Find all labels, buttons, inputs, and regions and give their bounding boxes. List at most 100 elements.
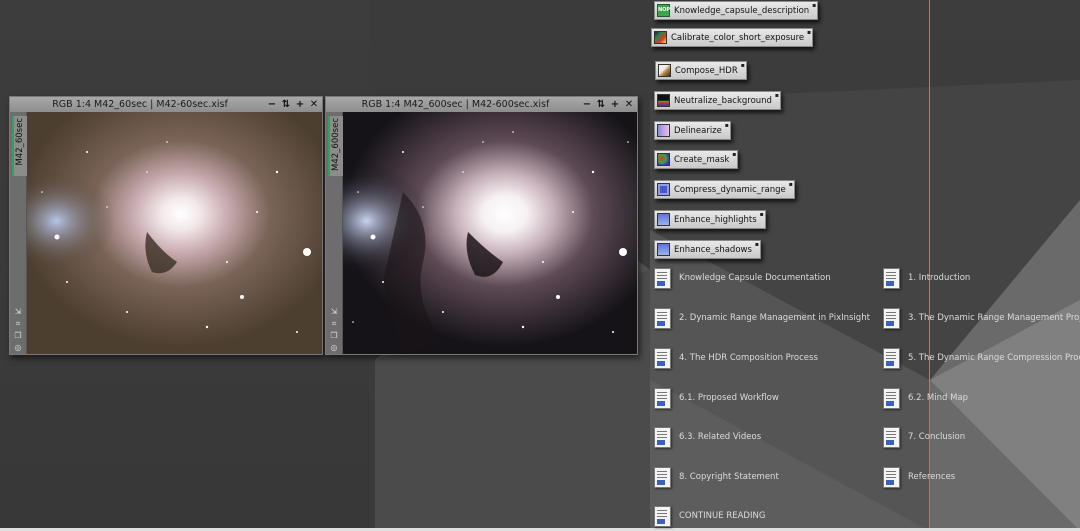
document-label: 6.3. Related Videos: [679, 432, 762, 442]
document-label: Knowledge Capsule Documentation: [679, 273, 831, 283]
nop-icon: NOP: [657, 4, 670, 17]
instance-mark-icon: ▪: [774, 92, 779, 99]
workspace-guide-line: [929, 0, 930, 531]
window-title: RGB 1:4 M42_600sec | M42-600sec.xisf: [361, 99, 550, 110]
document-label: 7. Conclusion: [908, 432, 966, 442]
process-icon-label: Enhance_shadows: [674, 244, 752, 255]
process-icon-knowledge-capsule-description[interactable]: NOP Knowledge_capsule_description ▪: [654, 1, 819, 20]
maximize-icon[interactable]: +: [610, 97, 620, 112]
document-icon: [654, 267, 671, 289]
color-calibration-icon: [654, 31, 667, 44]
document-icon: [654, 387, 671, 409]
flag-icon[interactable]: ⇲: [329, 307, 339, 316]
document-label: 6.1. Proposed Workflow: [679, 393, 779, 403]
nebula-image-long-exposure: [343, 112, 637, 354]
background-neutralization-icon: [657, 94, 670, 107]
document-icon-hdr-composition-process[interactable]: 4. The HDR Composition Process: [654, 347, 818, 369]
process-icon-label: Neutralize_background: [674, 95, 772, 106]
instance-mark-icon: ▪: [788, 181, 793, 188]
document-icon-continue-reading[interactable]: CONTINUE READING: [654, 505, 765, 527]
document-icon-dynamic-range-compression[interactable]: 5. The Dynamic Range Compression Process: [883, 347, 1080, 369]
process-icon-label: Calibrate_color_short_exposure: [671, 32, 805, 43]
document-icon: [654, 466, 671, 488]
image-window-m42-600sec[interactable]: RGB 1:4 M42_600sec | M42-600sec.xisf − ⇅…: [325, 96, 638, 355]
copy-icon[interactable]: ❐: [13, 331, 23, 340]
document-icon: [883, 347, 900, 369]
document-label: References: [908, 472, 956, 482]
instance-mark-icon: ▪: [740, 62, 745, 69]
window-title-bar[interactable]: RGB 1:4 M42_60sec | M42-60sec.xisf − ⇅ +…: [10, 97, 322, 112]
instance-mark-icon: ▪: [724, 122, 729, 129]
close-icon[interactable]: ✕: [624, 97, 634, 112]
instance-mark-icon: ▪: [812, 2, 817, 9]
process-icon-delinearize[interactable]: Delinearize ▪: [654, 121, 731, 140]
process-icon-label: Create_mask: [674, 154, 730, 165]
view-side-tab: M42_600sec ⇲ ⌗ ❐ ◎: [326, 112, 343, 354]
view-side-icons: ⇲ ⌗ ❐ ◎: [329, 307, 339, 352]
process-icon-enhance-shadows[interactable]: Enhance_shadows ▪: [654, 240, 761, 259]
nebula-image-short-exposure: [27, 112, 322, 354]
document-label: CONTINUE READING: [679, 511, 766, 521]
view-side-tab: M42_60sec ⇲ ⌗ ❐ ◎: [10, 112, 27, 354]
document-label: 4. The HDR Composition Process: [679, 353, 818, 363]
document-icon-knowledge-capsule-documentation[interactable]: Knowledge Capsule Documentation: [654, 267, 831, 289]
document-icon-conclusion[interactable]: 7. Conclusion: [883, 426, 965, 448]
close-icon[interactable]: ✕: [309, 97, 319, 112]
histogram-transformation-icon: [657, 124, 670, 137]
document-icon-proposed-workflow[interactable]: 6.1. Proposed Workflow: [654, 387, 779, 409]
instance-mark-icon: ▪: [754, 241, 759, 248]
crop-icon[interactable]: ⌗: [13, 319, 23, 328]
hdr-multiscale-transform-icon: [657, 183, 670, 196]
pixel-math-icon: [657, 153, 670, 166]
shade-icon[interactable]: ⇅: [281, 97, 291, 112]
instance-mark-icon: ▪: [807, 29, 812, 36]
document-icon-copyright-statement[interactable]: 8. Copyright Statement: [654, 466, 779, 488]
document-icon-related-videos[interactable]: 6.3. Related Videos: [654, 426, 761, 448]
document-icon: [883, 267, 900, 289]
process-icon-label: Compress_dynamic_range: [674, 184, 786, 195]
document-icon-dynamic-range-management[interactable]: 2. Dynamic Range Management in PixInsigh…: [654, 307, 870, 329]
document-icon: [883, 466, 900, 488]
minimize-icon[interactable]: −: [582, 97, 592, 112]
process-icon-compose-hdr[interactable]: Compose_HDR ▪: [655, 61, 747, 80]
view-side-icons: ⇲ ⌗ ❐ ◎: [13, 307, 23, 352]
view-identifier-tab[interactable]: M42_600sec: [328, 116, 343, 176]
settings-icon[interactable]: ◎: [13, 343, 23, 352]
flag-icon[interactable]: ⇲: [13, 307, 23, 316]
instance-mark-icon: ▪: [759, 211, 764, 218]
document-icon: [654, 505, 671, 527]
process-icon-enhance-highlights[interactable]: Enhance_highlights ▪: [654, 210, 766, 229]
minimize-icon[interactable]: −: [267, 97, 277, 112]
window-title-bar[interactable]: RGB 1:4 M42_600sec | M42-600sec.xisf − ⇅…: [326, 97, 637, 112]
document-icon-references[interactable]: References: [883, 466, 955, 488]
window-title: RGB 1:4 M42_60sec | M42-60sec.xisf: [52, 99, 228, 110]
copy-icon[interactable]: ❐: [329, 331, 339, 340]
document-label: 1. Introduction: [908, 273, 971, 283]
maximize-icon[interactable]: +: [295, 97, 305, 112]
document-label: 2. Dynamic Range Management in PixInsigh…: [679, 313, 870, 323]
curves-transformation-icon: [657, 213, 670, 226]
crop-icon[interactable]: ⌗: [329, 319, 339, 328]
view-identifier-tab[interactable]: M42_60sec: [12, 116, 27, 176]
process-icon-label: Delinearize: [674, 125, 722, 136]
instance-mark-icon: ▪: [732, 151, 737, 158]
document-label: 5. The Dynamic Range Compression Process: [908, 353, 1080, 363]
image-window-m42-60sec[interactable]: RGB 1:4 M42_60sec | M42-60sec.xisf − ⇅ +…: [9, 96, 323, 355]
document-label: 8. Copyright Statement: [679, 472, 779, 482]
curves-transformation-icon: [657, 243, 670, 256]
image-canvas-m42-600sec[interactable]: [343, 112, 637, 354]
image-canvas-m42-60sec[interactable]: [27, 112, 322, 354]
process-icon-calibrate-color-short-exposure[interactable]: Calibrate_color_short_exposure ▪: [651, 28, 814, 47]
document-icon-dynamic-range-project[interactable]: 3. The Dynamic Range Management Project: [883, 307, 1080, 329]
process-icon-create-mask[interactable]: Create_mask ▪: [654, 150, 739, 169]
process-icon-compress-dynamic-range[interactable]: Compress_dynamic_range ▪: [654, 180, 795, 199]
document-icon-mind-map[interactable]: 6.2. Mind Map: [883, 387, 968, 409]
document-icon: [654, 426, 671, 448]
document-icon-introduction[interactable]: 1. Introduction: [883, 267, 970, 289]
settings-icon[interactable]: ◎: [329, 343, 339, 352]
window-controls: − ⇅ + ✕: [267, 97, 319, 112]
shade-icon[interactable]: ⇅: [596, 97, 606, 112]
pixinsight-workspace: RGB 1:4 M42_60sec | M42-60sec.xisf − ⇅ +…: [0, 0, 1080, 531]
process-icon-label: Knowledge_capsule_description: [674, 5, 810, 16]
process-icon-neutralize-background[interactable]: Neutralize_background ▪: [654, 91, 781, 110]
